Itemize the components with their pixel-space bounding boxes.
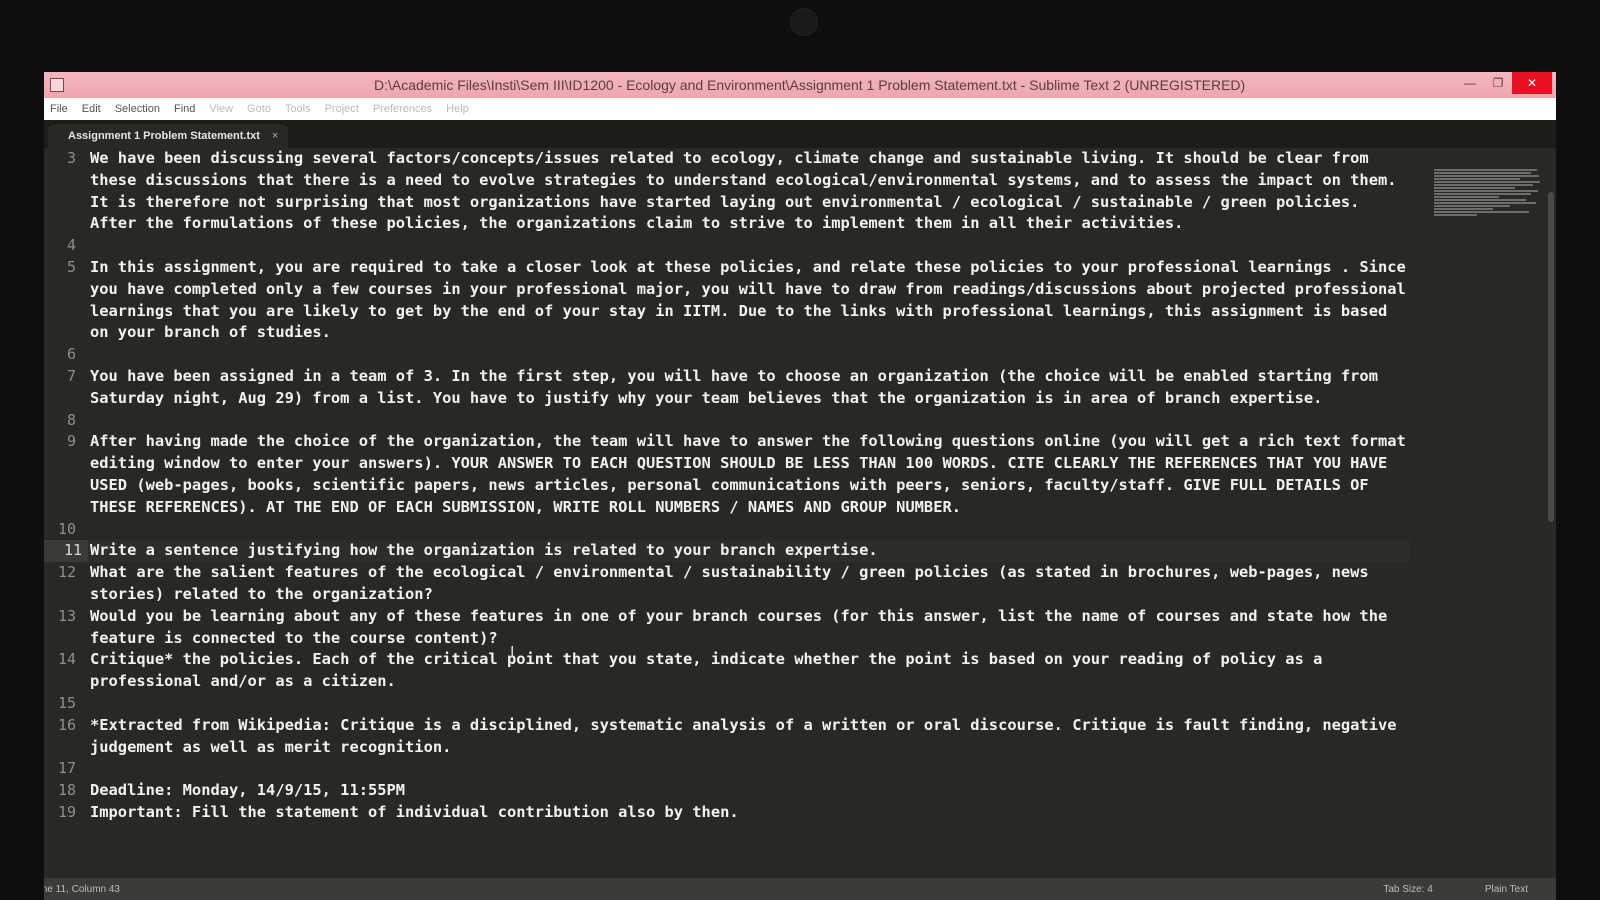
line-text[interactable] [88, 410, 1410, 432]
editor-line[interactable]: 9 After having made the choice of the org… [67, 431, 1428, 518]
cursor-position: Line 11, Column 43 [44, 883, 120, 895]
editor-line[interactable]: 13 Would you be learning about any of the… [58, 606, 1428, 650]
menu-help[interactable]: Help [446, 103, 469, 115]
editor-line[interactable]: 4 [67, 235, 1428, 257]
line-number: 4 [66, 236, 76, 255]
line-number: 10 [57, 519, 76, 538]
line-text[interactable] [88, 344, 1410, 366]
line-text[interactable]: We have been discussing several factors/… [88, 148, 1410, 235]
menu-edit[interactable]: Edit [82, 103, 101, 115]
line-text[interactable] [88, 693, 1410, 715]
line-number: 7 [66, 366, 76, 385]
line-text[interactable]: You have been assigned in a team of 3. I… [88, 366, 1410, 410]
line-number: 14 [57, 650, 76, 669]
line-text[interactable]: *Extracted from Wikipedia: Critique is a… [88, 715, 1410, 759]
window-controls: — ❐ ✕ [1456, 72, 1552, 98]
tab-file[interactable]: Assignment 1 Problem Statement.txt × [48, 124, 288, 148]
editor-line[interactable]: 6 [67, 344, 1428, 366]
line-number: 5 [66, 257, 76, 276]
line-text[interactable] [88, 519, 1410, 541]
editor-window: D:\Academic Files\Insti\Sem III\ID1200 -… [44, 72, 1556, 900]
editor-line[interactable]: 10 [58, 519, 1428, 541]
editor-line[interactable]: 3 We have been discussing several factors… [67, 148, 1428, 235]
window-title: D:\Academic Files\Insti\Sem III\ID1200 -… [374, 77, 1246, 93]
line-text[interactable]: Important: Fill the statement of individ… [88, 802, 1410, 824]
status-bar: Line 11, Column 43 Tab Size: 4 Plain Tex… [44, 878, 1556, 900]
minimap[interactable] [1434, 168, 1542, 238]
vertical-scrollbar[interactable] [1548, 192, 1554, 522]
line-number: 18 [57, 781, 76, 800]
editor-line[interactable]: 19 Important: Fill the statement of indiv… [58, 802, 1428, 824]
line-number: 3 [66, 149, 76, 167]
app-icon[interactable] [50, 78, 64, 92]
line-number: 16 [57, 715, 76, 734]
syntax-mode[interactable]: Plain Text [1485, 884, 1528, 895]
line-text[interactable]: In this assignment, you are required to … [88, 257, 1410, 344]
editor-line[interactable]: 11 Write a sentence justifying how the or… [44, 540, 1428, 563]
line-number: 13 [57, 606, 76, 625]
text-editor[interactable]: 3 We have been discussing several factors… [44, 148, 1556, 878]
tab-close-icon[interactable]: × [272, 130, 278, 142]
editor-line[interactable]: 17 [58, 758, 1428, 780]
line-number: 12 [57, 563, 76, 582]
minimize-icon[interactable]: — [1456, 72, 1484, 94]
line-number: 6 [66, 345, 76, 364]
editor-line[interactable]: 8 [67, 410, 1428, 432]
tab-label: Assignment 1 Problem Statement.txt [68, 130, 260, 142]
menu-bar: File Edit Selection Find View Goto Tools… [44, 98, 1556, 120]
line-number: 17 [57, 759, 76, 778]
line-number: 19 [57, 802, 76, 821]
editor-line[interactable]: 14 Critique* the policies. Each of the cr… [58, 649, 1428, 693]
title-bar: D:\Academic Files\Insti\Sem III\ID1200 -… [44, 72, 1556, 98]
tab-size[interactable]: Tab Size: 4 [1383, 884, 1432, 895]
line-text[interactable]: Would you be learning about any of these… [88, 606, 1410, 650]
line-text[interactable] [88, 235, 1410, 257]
line-text[interactable]: Write a sentence justifying how the orga… [88, 540, 1410, 563]
editor-line[interactable]: 15 [58, 693, 1428, 715]
editor-line[interactable]: 5 In this assignment, you are required to… [67, 257, 1428, 344]
editor-line[interactable]: 7 You have been assigned in a team of 3. … [67, 366, 1428, 410]
line-text[interactable]: Critique* the policies. Each of the crit… [88, 649, 1410, 693]
editor-line[interactable]: 18 Deadline: Monday, 14/9/15, 11:55PM [58, 780, 1428, 802]
webcam [790, 8, 818, 36]
maximize-icon[interactable]: ❐ [1484, 72, 1512, 94]
menu-project[interactable]: Project [325, 103, 359, 115]
editor-lines[interactable]: 3 We have been discussing several factors… [44, 148, 1428, 824]
editor-line[interactable]: 12 What are the salient features of the e… [58, 562, 1428, 606]
line-number: 9 [66, 432, 76, 451]
menu-selection[interactable]: Selection [115, 103, 160, 115]
tab-bar: Assignment 1 Problem Statement.txt × [44, 120, 1556, 148]
menu-find[interactable]: Find [174, 103, 195, 115]
editor-line[interactable]: 16 *Extracted from Wikipedia: Critique is… [58, 715, 1428, 759]
line-text[interactable]: Deadline: Monday, 14/9/15, 11:55PM [88, 780, 1410, 802]
line-number: 15 [57, 693, 76, 712]
menu-preferences[interactable]: Preferences [373, 103, 432, 115]
menu-tools[interactable]: Tools [285, 103, 311, 115]
menu-goto[interactable]: Goto [247, 103, 271, 115]
close-icon[interactable]: ✕ [1512, 72, 1552, 94]
menu-view[interactable]: View [209, 103, 233, 115]
line-number: 11 [44, 540, 88, 563]
menu-file[interactable]: File [50, 103, 68, 115]
line-text[interactable]: What are the salient features of the eco… [88, 562, 1410, 606]
line-text[interactable]: After having made the choice of the orga… [88, 431, 1410, 518]
line-text[interactable] [88, 758, 1410, 780]
ibeam-cursor-icon: I [510, 644, 515, 661]
line-number: 8 [66, 410, 76, 429]
